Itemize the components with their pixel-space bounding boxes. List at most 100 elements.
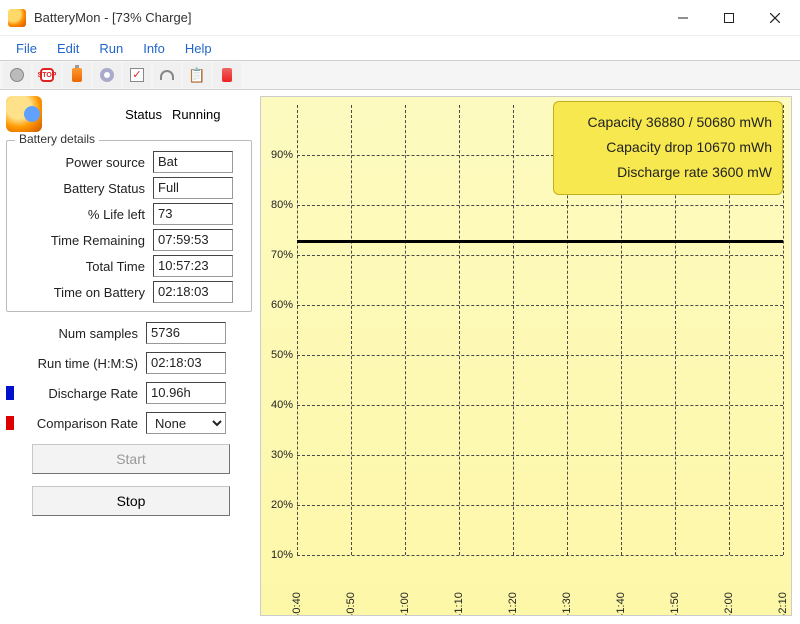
y-tick-label: 10%	[269, 549, 293, 561]
stop-button[interactable]: Stop	[32, 486, 230, 516]
time-remaining-label: Time Remaining	[13, 233, 149, 248]
x-tick-label: 12:41:00	[399, 575, 411, 616]
close-button[interactable]	[752, 2, 798, 34]
gridline-v	[297, 105, 298, 555]
x-tick-label: 12:41:10	[453, 575, 465, 616]
menu-run[interactable]: Run	[89, 39, 133, 58]
toolbar-clip-button[interactable]: 📋	[183, 62, 211, 88]
main-content: Status Running Battery details Power sou…	[0, 90, 800, 624]
toolbar-record-button[interactable]	[3, 62, 31, 88]
x-tick-label: 12:41:30	[561, 575, 573, 616]
info-capacity-drop: Capacity drop 10670 mWh	[564, 135, 772, 160]
gridline-v	[351, 105, 352, 555]
total-time-label: Total Time	[13, 259, 149, 274]
life-left-value: 73	[153, 203, 233, 225]
x-tick-label: 12:42:10	[777, 575, 789, 616]
chart-area: 10% 20% 30% 40% 50% 60% 70% 80% 90% 12:40:40 12:40…	[260, 96, 792, 616]
status-battery-icon	[6, 96, 42, 132]
battery-details-legend: Battery details	[15, 132, 99, 146]
x-tick-label: 12:40:40	[291, 575, 303, 616]
discharge-rate-value: 10.96h	[146, 382, 226, 404]
gridline-v	[783, 105, 784, 555]
start-button[interactable]: Start	[32, 444, 230, 474]
gridline-h	[297, 205, 783, 206]
series-line	[297, 240, 783, 243]
time-on-battery-label: Time on Battery	[13, 285, 149, 300]
menu-file[interactable]: File	[6, 39, 47, 58]
x-tick-label: 12:42:00	[723, 575, 735, 616]
discharge-swatch	[6, 386, 14, 400]
power-source-value: Bat	[153, 151, 233, 173]
run-time-value: 02:18:03	[146, 352, 226, 374]
chart-info-box: Capacity 36880 / 50680 mWh Capacity drop…	[553, 101, 783, 195]
num-samples-value: 5736	[146, 322, 226, 344]
check-icon: ✓	[130, 68, 144, 82]
discharge-rate-label: Discharge Rate	[18, 386, 142, 401]
info-discharge-rate: Discharge rate 3600 mW	[564, 160, 772, 185]
y-tick-label: 70%	[269, 249, 293, 261]
status-label: Status	[52, 107, 166, 122]
comparison-swatch	[6, 416, 14, 430]
gear-icon	[100, 68, 114, 82]
toolbar: STOP ✓ 📋	[0, 60, 800, 90]
y-tick-label: 30%	[269, 449, 293, 461]
life-left-label: % Life left	[13, 207, 149, 222]
x-tick-label: 12:41:40	[615, 575, 627, 616]
gridline-h	[297, 555, 783, 556]
status-row: Status Running	[6, 96, 252, 132]
comparison-rate-label: Comparison Rate	[18, 416, 142, 431]
status-value: Running	[172, 107, 252, 122]
toolbar-battery-button[interactable]	[63, 62, 91, 88]
gridline-v	[405, 105, 406, 555]
time-on-battery-value: 02:18:03	[153, 281, 233, 303]
y-tick-label: 60%	[269, 299, 293, 311]
battery2-icon	[222, 68, 232, 82]
battery-status-label: Battery Status	[13, 181, 149, 196]
left-panel: Status Running Battery details Power sou…	[6, 96, 252, 616]
gridline-h	[297, 505, 783, 506]
toolbar-config-button[interactable]	[93, 62, 121, 88]
toolbar-gauge-button[interactable]	[153, 62, 181, 88]
toolbar-check-button[interactable]: ✓	[123, 62, 151, 88]
app-icon	[8, 9, 26, 27]
y-tick-label: 80%	[269, 199, 293, 211]
y-tick-label: 40%	[269, 399, 293, 411]
y-tick-label: 20%	[269, 499, 293, 511]
total-time-value: 10:57:23	[153, 255, 233, 277]
toolbar-battery2-button[interactable]	[213, 62, 241, 88]
gridline-h	[297, 255, 783, 256]
clipboard-icon: 📋	[188, 67, 205, 84]
y-tick-label: 50%	[269, 349, 293, 361]
run-time-label: Run time (H:M:S)	[6, 356, 142, 371]
gridline-h	[297, 305, 783, 306]
window-controls	[660, 2, 798, 34]
menubar: File Edit Run Info Help	[0, 36, 800, 60]
window-title: BatteryMon - [73% Charge]	[34, 10, 192, 25]
battery-icon	[72, 68, 82, 82]
gridline-v	[459, 105, 460, 555]
gauge-icon	[160, 70, 174, 80]
toolbar-stop-button[interactable]: STOP	[33, 62, 61, 88]
comparison-rate-select[interactable]: None	[146, 412, 226, 434]
x-tick-label: 12:41:50	[669, 575, 681, 616]
menu-info[interactable]: Info	[133, 39, 175, 58]
num-samples-label: Num samples	[6, 326, 142, 341]
power-source-label: Power source	[13, 155, 149, 170]
gridline-h	[297, 405, 783, 406]
battery-status-value: Full	[153, 177, 233, 199]
maximize-button[interactable]	[706, 2, 752, 34]
info-capacity: Capacity 36880 / 50680 mWh	[564, 110, 772, 135]
x-tick-label: 12:40:50	[345, 575, 357, 616]
gridline-h	[297, 355, 783, 356]
gridline-v	[513, 105, 514, 555]
x-tick-label: 12:41:20	[507, 575, 519, 616]
time-remaining-value: 07:59:53	[153, 229, 233, 251]
menu-edit[interactable]: Edit	[47, 39, 89, 58]
titlebar: BatteryMon - [73% Charge]	[0, 0, 800, 36]
stop-icon: STOP	[40, 68, 54, 82]
record-icon	[10, 68, 24, 82]
minimize-button[interactable]	[660, 2, 706, 34]
menu-help[interactable]: Help	[175, 39, 222, 58]
gridline-h	[297, 455, 783, 456]
y-tick-label: 90%	[269, 149, 293, 161]
